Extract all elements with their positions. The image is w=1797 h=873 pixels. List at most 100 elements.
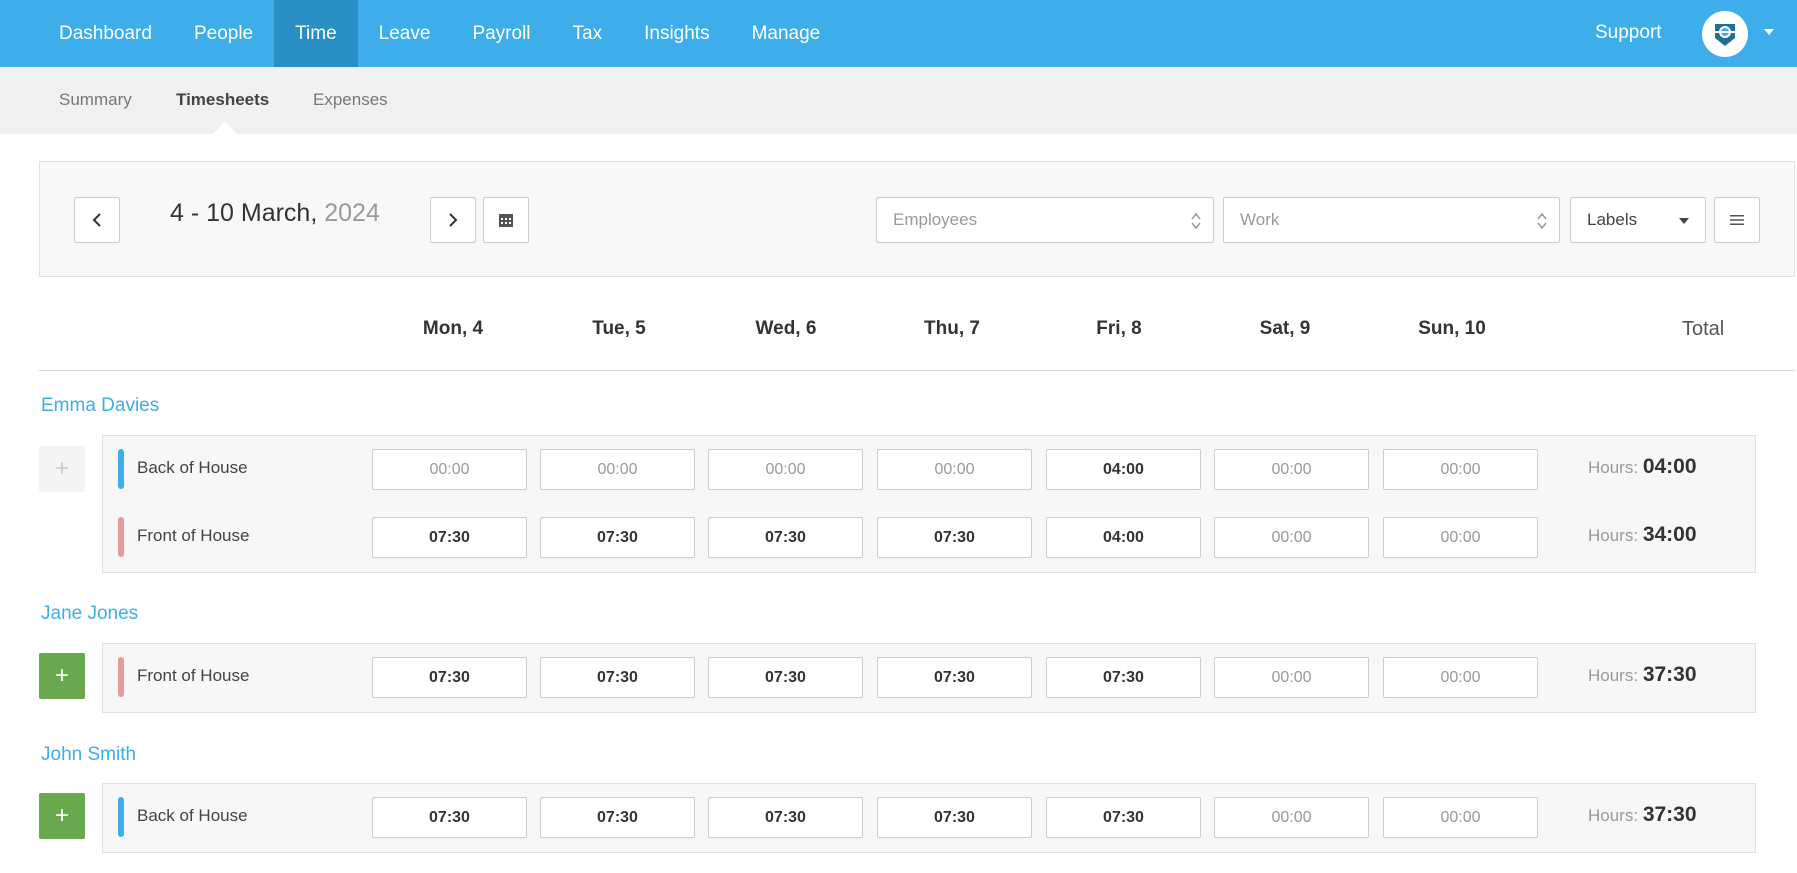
time-input[interactable]: 07:30 [540, 657, 695, 698]
time-input[interactable]: 00:00 [1383, 449, 1538, 490]
add-row-button[interactable]: + [39, 446, 85, 492]
timesheet-panel: Back of House 07:30 07:30 07:30 07:30 07:30 00… [102, 783, 1756, 853]
nav-leave[interactable]: Leave [358, 0, 452, 67]
subnav-expenses[interactable]: Expenses [313, 67, 388, 134]
time-input[interactable]: 00:00 [1214, 517, 1369, 558]
row-hours-total: Hours: 37:30 [1588, 663, 1697, 687]
day-header: Thu, 7 [924, 318, 980, 339]
top-nav: Dashboard People Time Leave Payroll Tax Insigh… [0, 0, 1797, 67]
work-color-bar [118, 657, 124, 697]
work-type-label: Front of House [137, 666, 250, 685]
hours-value: 04:00 [1642, 455, 1697, 478]
timesheet-row: Back of House 07:30 07:30 07:30 07:30 07:30 00… [103, 784, 1755, 852]
hours-label: Hours: [1588, 458, 1639, 477]
main-nav: Dashboard People Time Leave Payroll Tax Insigh… [38, 0, 841, 67]
calendar-icon [499, 214, 513, 227]
nav-insights[interactable]: Insights [623, 0, 730, 67]
sort-updown-icon [1191, 212, 1201, 230]
time-input[interactable]: 07:30 [708, 657, 863, 698]
nav-payroll[interactable]: Payroll [451, 0, 551, 67]
plus-icon: + [54, 662, 69, 689]
employee-name[interactable]: John Smith [41, 744, 136, 766]
timesheet-toolbar: 4 - 10 March, 2024 Employees Work Labels [39, 161, 1795, 277]
add-row-button[interactable]: + [39, 653, 85, 699]
time-input[interactable]: 00:00 [1383, 517, 1538, 558]
day-header: Mon, 4 [422, 318, 484, 339]
day-header: Wed, 6 [755, 318, 817, 339]
next-week-button[interactable] [430, 197, 476, 243]
subnav-summary[interactable]: Summary [59, 67, 132, 134]
time-input[interactable]: 07:30 [372, 797, 527, 838]
plus-icon: + [54, 802, 69, 829]
day-header: Fri, 8 [1096, 318, 1142, 339]
day-header: Sun, 10 [1418, 318, 1486, 339]
hours-label: Hours: [1588, 806, 1639, 825]
time-input[interactable]: 04:00 [1046, 517, 1201, 558]
time-input[interactable]: 00:00 [1214, 797, 1369, 838]
time-input[interactable]: 07:30 [877, 657, 1032, 698]
time-input[interactable]: 07:30 [372, 517, 527, 558]
employee-name[interactable]: Jane Jones [41, 603, 138, 625]
employee-name[interactable]: Emma Davies [41, 395, 159, 417]
hours-value: 37:30 [1642, 663, 1697, 686]
hours-label: Hours: [1588, 526, 1639, 545]
date-range: 4 - 10 March, 2024 [170, 199, 380, 228]
total-header: Total [1682, 318, 1725, 340]
row-hours-total: Hours: 37:30 [1588, 803, 1697, 827]
time-input[interactable]: 00:00 [708, 449, 863, 490]
hours-value: 37:30 [1642, 803, 1697, 826]
time-input[interactable]: 07:30 [1046, 797, 1201, 838]
time-input[interactable]: 00:00 [540, 449, 695, 490]
time-input[interactable]: 07:30 [540, 517, 695, 558]
work-type-label: Front of House [137, 526, 250, 545]
nav-tax[interactable]: Tax [552, 0, 624, 67]
work-select[interactable]: Work [1223, 197, 1560, 243]
date-range-year: 2024 [317, 199, 380, 227]
add-row-button[interactable]: + [39, 793, 85, 839]
calendar-button[interactable] [483, 197, 529, 243]
timesheet-panel: Front of House 07:30 07:30 07:30 07:30 07:30 0… [102, 643, 1756, 713]
sort-updown-icon [1537, 212, 1547, 230]
chevron-right-icon [449, 213, 458, 227]
hamburger-menu-icon [1730, 215, 1744, 225]
labels-dropdown[interactable]: Labels [1570, 197, 1706, 243]
work-select-label: Work [1240, 210, 1280, 229]
hours-value: 34:00 [1642, 523, 1697, 546]
previous-week-button[interactable] [74, 197, 120, 243]
time-input[interactable]: 04:00 [1046, 449, 1201, 490]
time-input[interactable]: 07:30 [877, 797, 1032, 838]
day-header: Tue, 5 [592, 318, 646, 339]
row-hours-total: Hours: 34:00 [1588, 523, 1697, 547]
caret-down-icon [1679, 218, 1689, 224]
employees-select[interactable]: Employees [876, 197, 1214, 243]
nav-dashboard[interactable]: Dashboard [38, 0, 173, 67]
nav-time[interactable]: Time [274, 0, 358, 67]
time-input[interactable]: 00:00 [1383, 797, 1538, 838]
support-link[interactable]: Support [1595, 0, 1662, 67]
time-input[interactable]: 00:00 [1214, 657, 1369, 698]
user-avatar-icon [1715, 24, 1735, 46]
time-input[interactable]: 07:30 [877, 517, 1032, 558]
nav-manage[interactable]: Manage [731, 0, 842, 67]
time-input[interactable]: 00:00 [877, 449, 1032, 490]
time-input[interactable]: 07:30 [372, 657, 527, 698]
nav-people[interactable]: People [173, 0, 274, 67]
time-input[interactable]: 07:30 [1046, 657, 1201, 698]
time-input[interactable]: 07:30 [708, 517, 863, 558]
time-input[interactable]: 00:00 [372, 449, 527, 490]
menu-button[interactable] [1714, 197, 1760, 243]
time-input[interactable]: 00:00 [1214, 449, 1369, 490]
time-input[interactable]: 00:00 [1383, 657, 1538, 698]
work-color-bar [118, 797, 124, 837]
work-color-bar [118, 449, 124, 489]
sub-nav: Summary Timesheets Expenses [0, 67, 1797, 134]
date-range-label: 4 - 10 March, [170, 199, 318, 227]
time-input[interactable]: 07:30 [540, 797, 695, 838]
time-input[interactable]: 07:30 [708, 797, 863, 838]
avatar[interactable] [1702, 11, 1748, 57]
work-type-label: Back of House [137, 458, 248, 477]
timesheet-row: Front of House 07:30 07:30 07:30 07:30 04:00 0… [103, 504, 1755, 572]
account-dropdown-caret-icon[interactable] [1764, 29, 1774, 35]
day-header: Sat, 9 [1259, 318, 1311, 339]
row-hours-total: Hours: 04:00 [1588, 455, 1697, 479]
